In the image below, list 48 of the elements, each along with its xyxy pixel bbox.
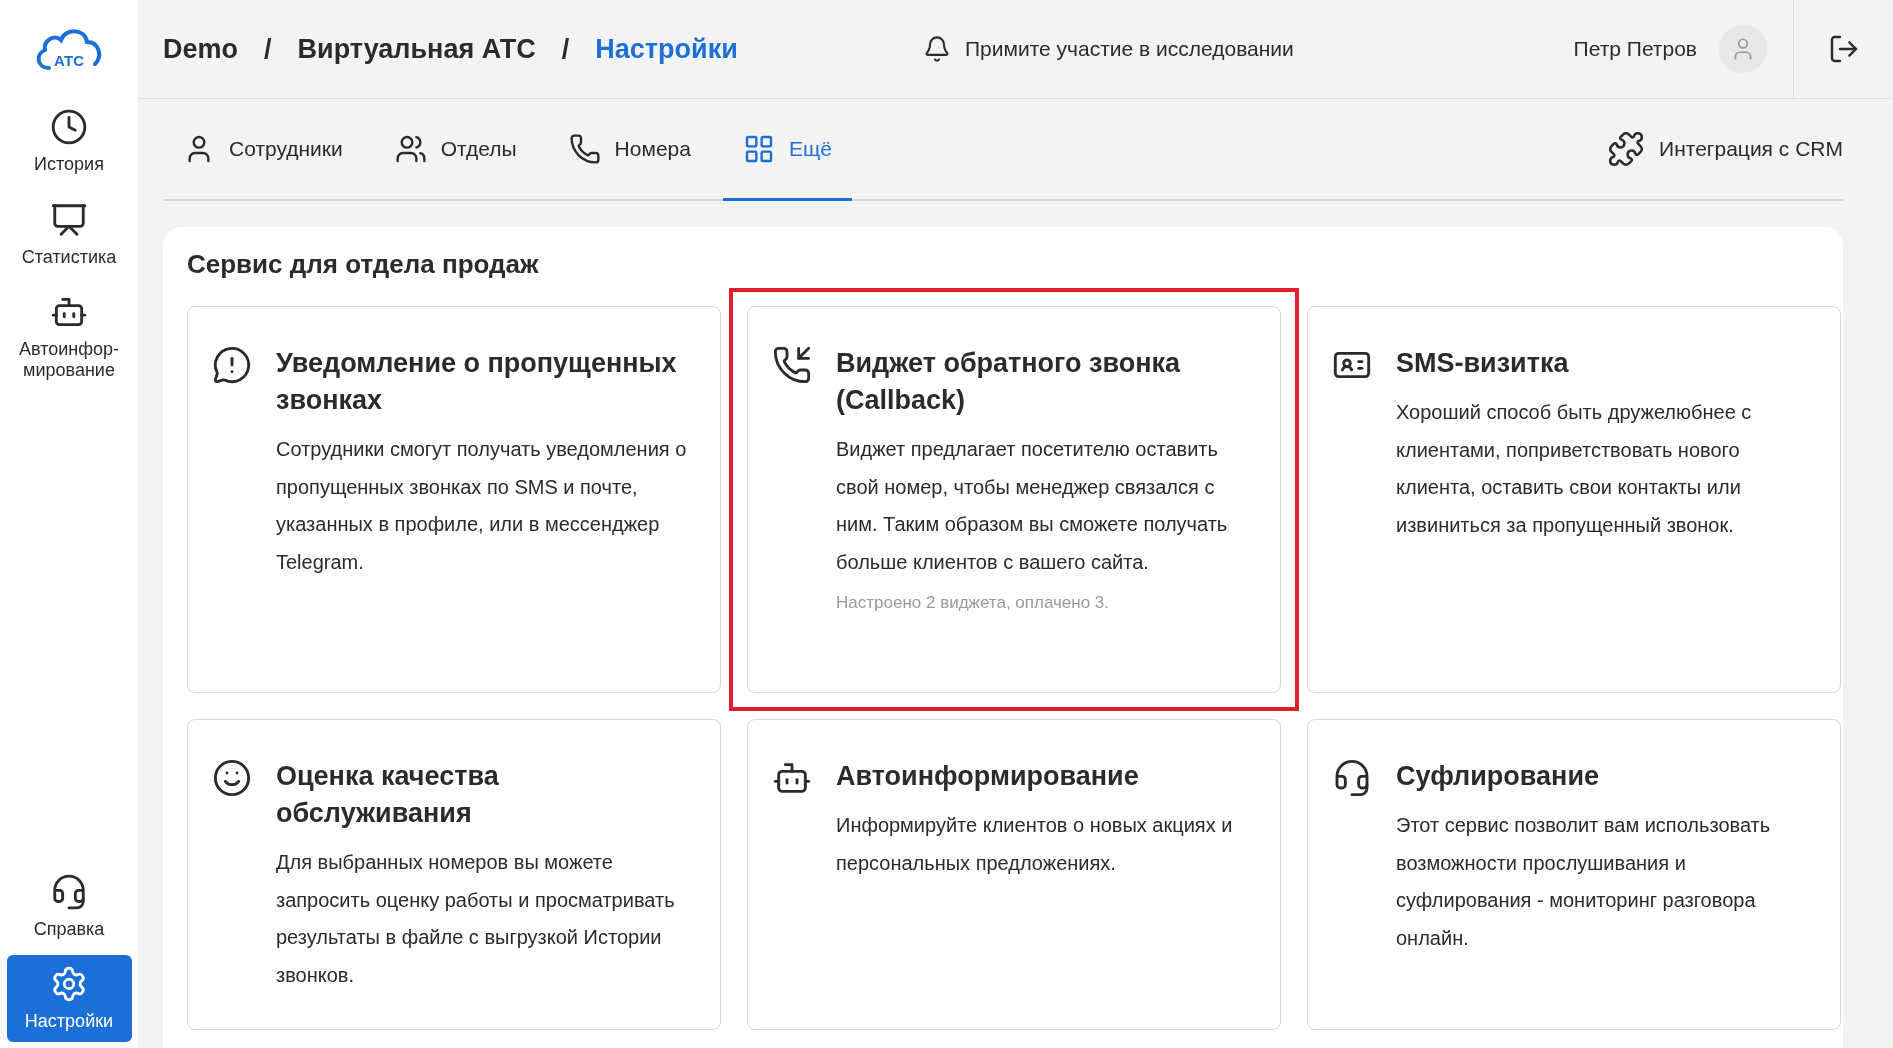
service-card[interactable]: SMS-визитка Хороший способ быть дружелюбнее с клиентами, поприветствовать нового клиента, оставить свои контакты или извиниться за пропущенный звонок. — [1307, 306, 1841, 693]
breadcrumb-link[interactable]: Настройки — [595, 33, 738, 65]
survey-text: Примите участие в исследовании — [965, 37, 1294, 61]
tab[interactable]: Сотрудники — [163, 99, 363, 201]
sidebar-item[interactable]: Справка — [6, 862, 132, 950]
sidebar-item[interactable]: Настройки — [6, 955, 132, 1042]
card-title: Уведомление о пропущенных звонках — [276, 347, 678, 417]
service-card[interactable]: Автоинформирование Информируйте клиентов о новых акциях и персональных предложениях. — [747, 719, 1281, 1030]
sidebar-item[interactable]: История — [6, 98, 132, 185]
card-title: SMS-визитка — [1396, 347, 1570, 380]
card-title: Суфлирование — [1396, 760, 1601, 793]
breadcrumb-separator: / — [561, 33, 570, 65]
tab[interactable]: Ещё — [722, 99, 852, 201]
service-card[interactable]: Оценка качества обслуживания Для выбранных номеров вы можете запросить оценку работы и просматривать результаты в файле с выгрузкой Истории звонков. — [187, 719, 721, 1030]
logo: АТС — [33, 22, 105, 78]
clock-icon — [50, 108, 88, 146]
breadcrumb-link[interactable]: Виртуальная АТС — [297, 33, 536, 65]
service-card[interactable]: Суфлирование Этот сервис позволит вам использовать возможности прослушивания и суфлирования - мониторинг разговора онлайн. — [1307, 719, 1841, 1030]
tab[interactable]: Номера — [548, 99, 711, 201]
sidebar-item[interactable]: Автоинфор- мирование — [6, 283, 132, 391]
survey-link[interactable]: Примите участие в исследовании — [923, 35, 1574, 63]
breadcrumb-link[interactable]: Demo — [163, 33, 238, 65]
card-title: Виджет обратного звонка (Callback) — [836, 347, 1182, 417]
crm-link[interactable]: Интеграция с CRM — [1607, 99, 1843, 199]
tab[interactable]: Отделы — [374, 99, 537, 201]
card-title: Автоинформирование — [836, 760, 1140, 793]
card-description: Виджет предлагает посетителю оставить свой номер, чтобы менеджер связался с ним. Таким образом вы сможете получать больше клиентов с вашего сайта. — [836, 437, 1229, 575]
section-title: Сервис для отдела продаж — [187, 249, 540, 280]
smiley-icon — [212, 758, 252, 798]
avatar[interactable] — [1719, 25, 1767, 73]
card-description: Сотрудники смогут получать уведомления о пропущенных звонках по SMS и почте, указанных в профиле, или в мессенджер Telegram. — [276, 437, 688, 575]
sidebar-item[interactable]: Статистика — [6, 190, 132, 278]
card-description: Информируйте клиентов о новых акциях и персональных предложениях. — [836, 813, 1234, 876]
card-description: Этот сервис позволит вам использовать возможности прослушивания и суфлирования - мониторинг разговора онлайн. — [1396, 813, 1772, 951]
card-title: Оценка качества обслуживания — [276, 760, 500, 830]
phone-icon — [568, 132, 601, 165]
speech-bubble-icon — [212, 345, 252, 385]
bell-icon — [923, 35, 951, 63]
puzzle-icon — [1607, 130, 1646, 168]
card-description: Хороший способ быть дружелюбнее с клиентами, поприветствовать нового клиента, оставить свои контакты или извиниться за пропущенный звонок. — [1396, 400, 1753, 538]
headset-icon — [50, 872, 88, 911]
phone-arrow-icon — [772, 345, 812, 385]
card-description: Для выбранных номеров вы можете запросить оценку работы и просматривать результаты в файле с выгрузкой Истории звонков. — [276, 850, 676, 988]
settings-icon — [50, 965, 88, 1004]
user-name: Петр Петров — [1573, 37, 1697, 61]
breadcrumb-separator: / — [264, 33, 272, 65]
card-note: Настроено 2 виджета, оплачено 3. — [836, 593, 1111, 613]
service-card[interactable]: Уведомление о пропущенных звонках Сотрудники смогут получать уведомления о пропущенных звонках по SMS и почте, указанных в профиле, или в мессенджер Telegram. — [187, 306, 721, 693]
